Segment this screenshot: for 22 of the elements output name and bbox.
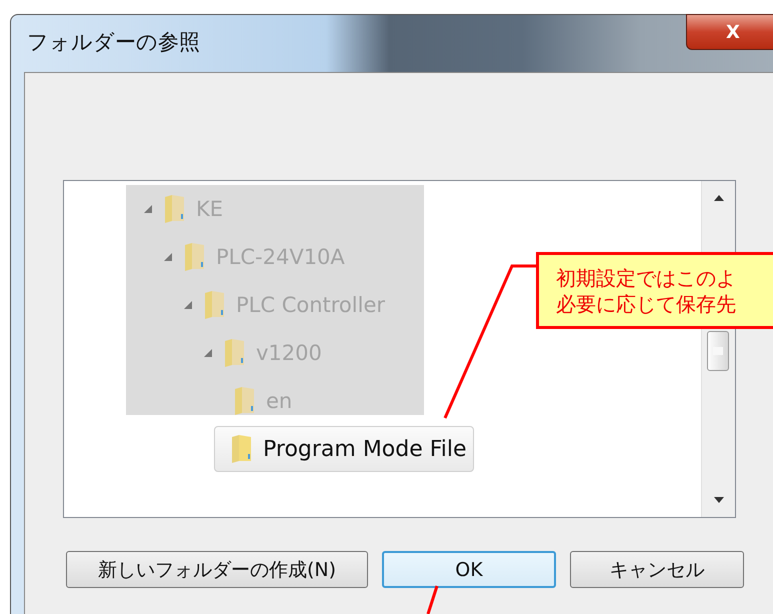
expand-triangle-icon[interactable]	[164, 253, 172, 261]
folder-icon	[204, 290, 226, 320]
folder-icon	[234, 386, 256, 416]
dialog-button[interactable]: キャンセル	[570, 551, 744, 588]
scroll-thumb[interactable]	[707, 331, 729, 371]
expand-triangle-icon[interactable]	[204, 349, 212, 357]
selected-tree-item[interactable]: Program Mode File	[214, 426, 474, 472]
scroll-down-icon[interactable]	[714, 497, 724, 503]
leader-line	[426, 586, 438, 614]
expand-triangle-icon[interactable]	[184, 301, 192, 309]
folder-icon	[184, 242, 206, 272]
callout-text: 必要に応じて保存先	[556, 292, 737, 316]
expand-triangle-icon[interactable]	[144, 205, 152, 213]
dialog-button[interactable]: 新しいフォルダーの作成(N)	[66, 551, 368, 588]
callout-text: 初期設定ではこのよ	[556, 266, 737, 290]
dialog-button[interactable]: OK	[382, 551, 556, 588]
close-button[interactable]: X	[686, 14, 773, 50]
window-title: フォルダーの参照	[27, 29, 200, 56]
folder-icon	[224, 338, 246, 368]
folder-icon	[164, 194, 186, 224]
folder-icon	[231, 434, 253, 464]
scroll-up-icon[interactable]	[714, 195, 724, 201]
